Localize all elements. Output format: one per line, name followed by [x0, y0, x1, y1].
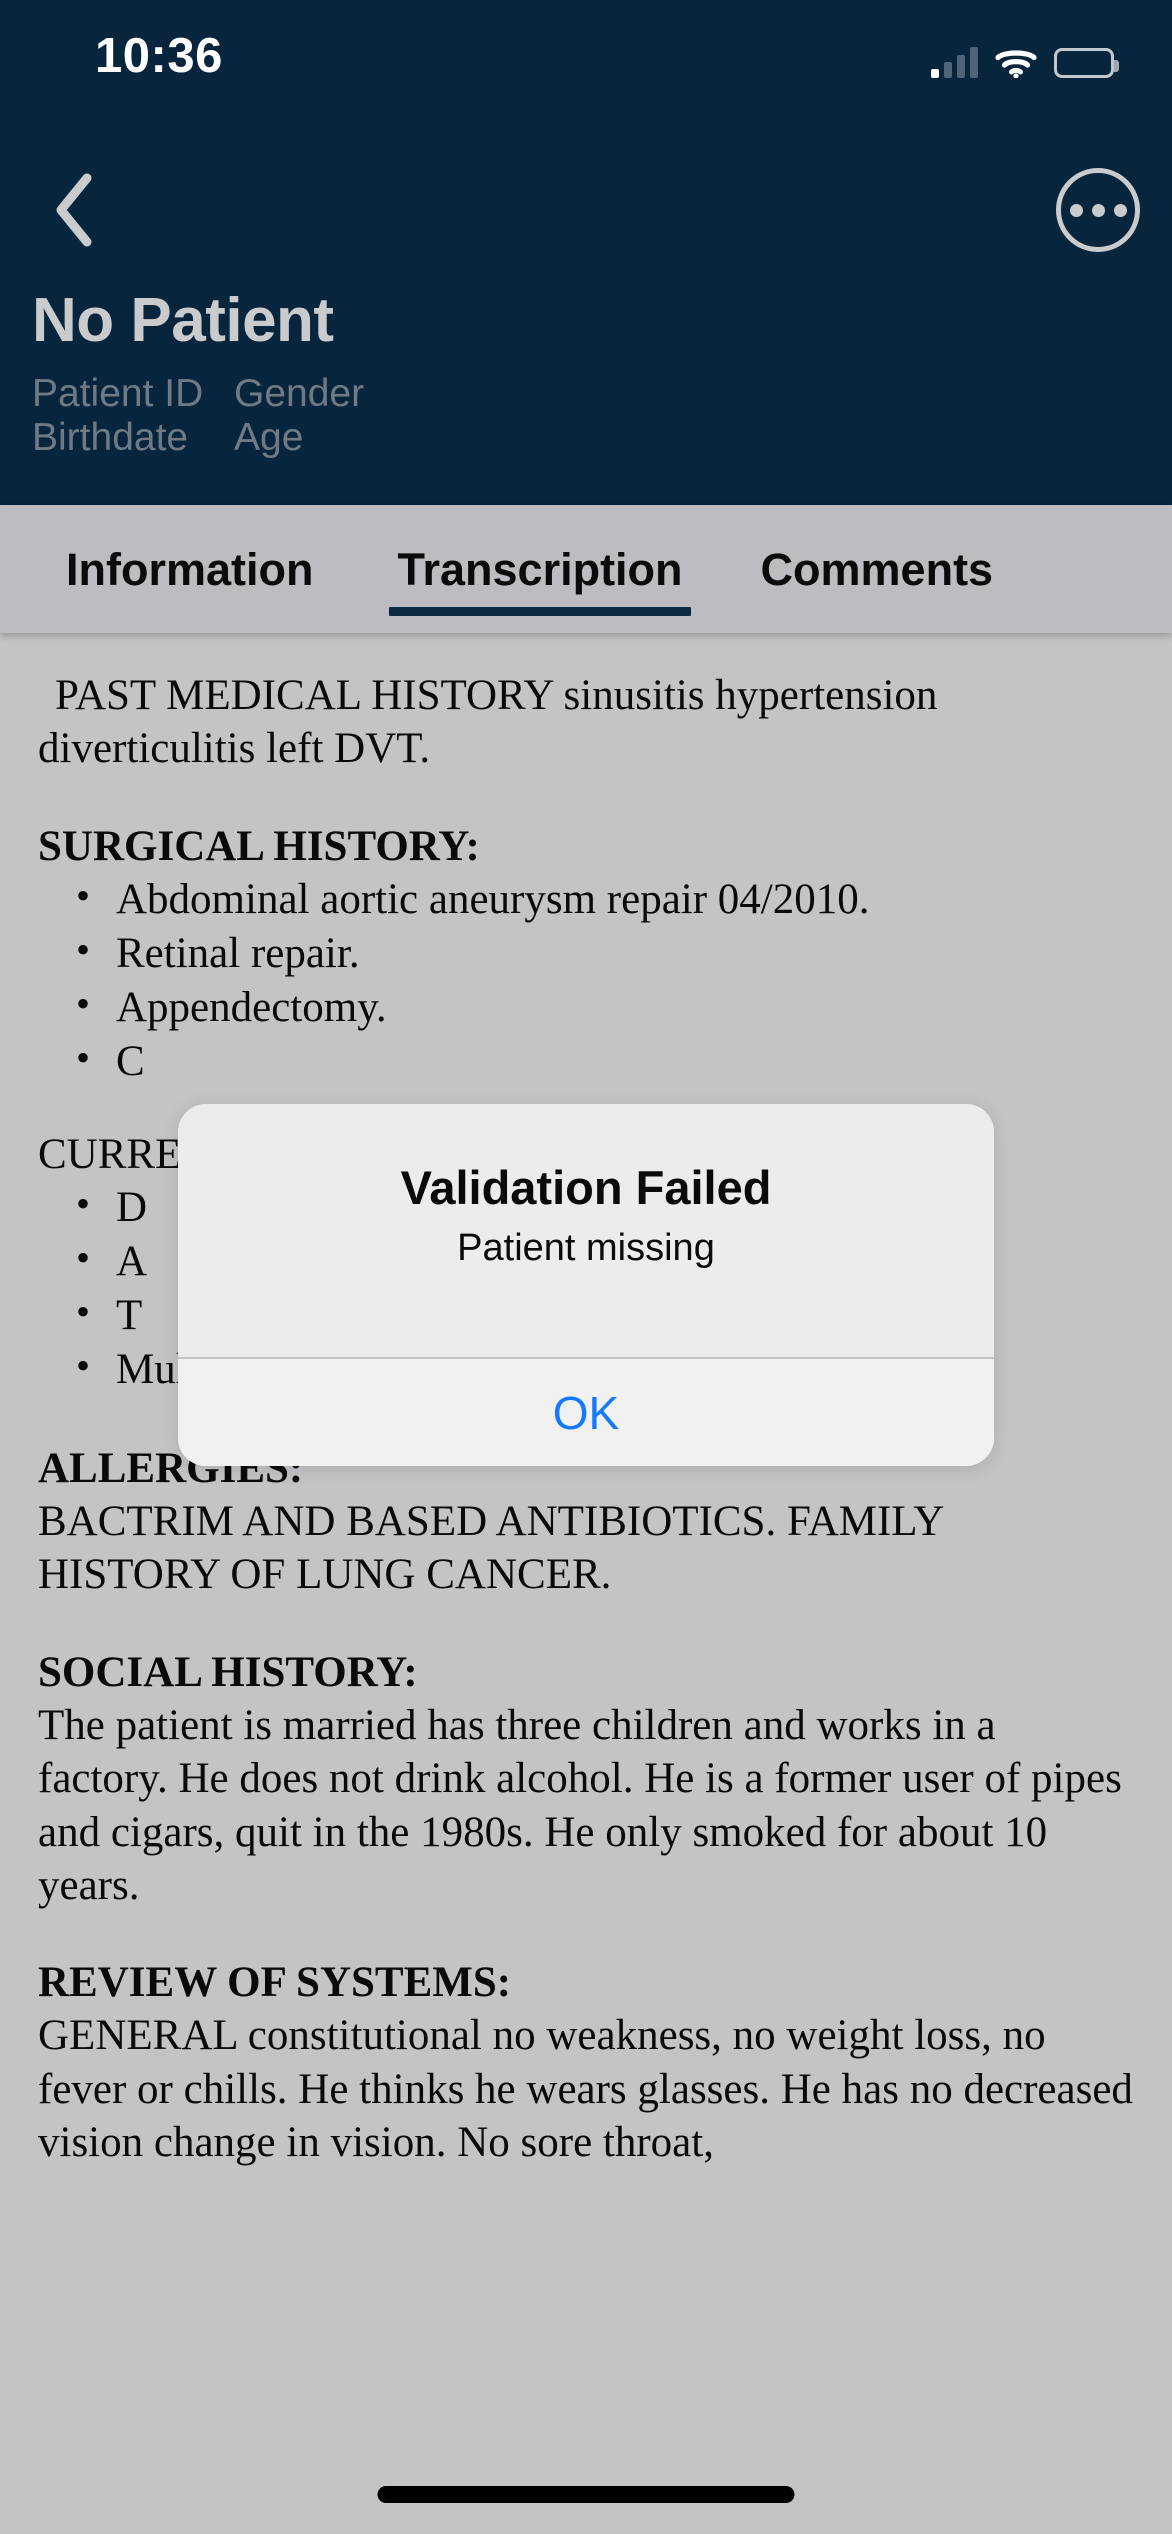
- transcription-scroll-area[interactable]: PAST MEDICAL HISTORY sinusitis hypertens…: [0, 633, 1172, 2463]
- patient-meta-grid: Patient ID Gender Birthdate Age: [32, 372, 672, 460]
- patient-name: No Patient: [32, 286, 334, 355]
- dialog-ok-label: OK: [552, 1386, 620, 1439]
- patient-birthdate-label: Birthdate: [32, 416, 189, 460]
- back-button[interactable]: [30, 160, 120, 260]
- more-dot: [1113, 203, 1127, 217]
- battery-full-icon: [1054, 48, 1119, 78]
- tab-information[interactable]: Information: [58, 547, 321, 592]
- past-medical-history-text: PAST MEDICAL HISTORY sinusitis hypertens…: [38, 672, 938, 773]
- patient-id-label: Patient ID: [32, 372, 204, 415]
- tab-comments[interactable]: Comments: [753, 547, 1002, 592]
- status-bar: 10:36: [0, 0, 1172, 110]
- list-item: C: [38, 1033, 1134, 1089]
- social-history-text: The patient is married has three childre…: [38, 1701, 1122, 1909]
- more-dot: [1069, 203, 1083, 217]
- review-of-systems-heading: REVIEW OF SYSTEMS:: [38, 1959, 512, 2007]
- list-item: Abdominal aortic aneurysm repair 04/2010…: [38, 871, 1134, 927]
- dialog-message: Patient missing: [457, 1226, 715, 1269]
- dialog-body: Validation Failed Patient missing: [178, 1104, 994, 1357]
- dialog-ok-button[interactable]: OK: [178, 1359, 994, 1466]
- navigation-row: [0, 160, 1172, 270]
- app-header: 10:36 No Patient Patient ID Gender Birth…: [0, 0, 1172, 505]
- home-indicator[interactable]: [377, 2486, 795, 2503]
- chevron-left-icon: [51, 172, 99, 248]
- allergies-text: BACTRIM AND BASED ANTIBIOTICS. FAMILY HI…: [38, 1497, 943, 1599]
- social-history-heading: SOCIAL HISTORY:: [38, 1648, 418, 1696]
- cellular-signal-icon: [931, 46, 978, 78]
- validation-failed-dialog: Validation Failed Patient missing OK: [178, 1104, 994, 1466]
- list-item: Appendectomy.: [38, 979, 1134, 1035]
- tab-bar: Information Transcription Comments: [0, 505, 1172, 633]
- more-options-button[interactable]: [1056, 168, 1140, 252]
- wifi-icon: [995, 46, 1037, 78]
- patient-gender-label: Gender: [234, 372, 365, 415]
- review-of-systems-text: GENERAL constitutional no weakness, no w…: [38, 2012, 1133, 2167]
- more-dot: [1091, 203, 1105, 217]
- status-bar-time: 10:36: [95, 29, 223, 83]
- list-item: Retinal repair.: [38, 925, 1134, 981]
- dialog-title: Validation Failed: [400, 1161, 772, 1214]
- phone-screen: 10:36 No Patient Patient ID Gender Birth…: [0, 0, 1172, 2534]
- status-bar-indicators: [931, 34, 1119, 78]
- surgical-history-heading: SURGICAL HISTORY:: [38, 822, 480, 870]
- surgical-history-list: Abdominal aortic aneurysm repair 04/2010…: [38, 871, 1134, 1090]
- tab-transcription[interactable]: Transcription: [389, 547, 691, 616]
- patient-age-label: Age: [234, 416, 304, 460]
